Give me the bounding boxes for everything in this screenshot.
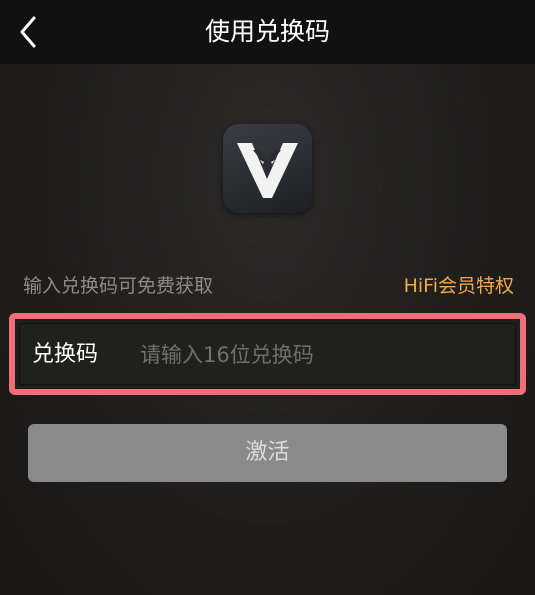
- redeem-code-input[interactable]: [140, 334, 510, 376]
- redeem-code-field-highlight: 兑换码: [9, 313, 526, 395]
- top-bar: 使用兑换码: [0, 0, 535, 64]
- page-title: 使用兑换码: [204, 17, 330, 46]
- viper-v-logo-icon: [237, 143, 298, 198]
- back-button[interactable]: [14, 14, 48, 50]
- redeem-code-screen: 使用兑换码 输入兑换码可免费获取 HiFi会员特权 兑换码 激活: [0, 0, 535, 595]
- code-label: 兑换码: [32, 342, 99, 367]
- chevron-left-icon: [20, 16, 36, 48]
- hifi-privilege-link[interactable]: HiFi会员特权: [404, 271, 514, 298]
- redeem-code-field: 兑换码: [19, 323, 516, 385]
- activate-button[interactable]: 激活: [28, 424, 507, 482]
- redeem-hint-text: 输入兑换码可免费获取: [23, 275, 214, 297]
- app-logo: [223, 124, 312, 213]
